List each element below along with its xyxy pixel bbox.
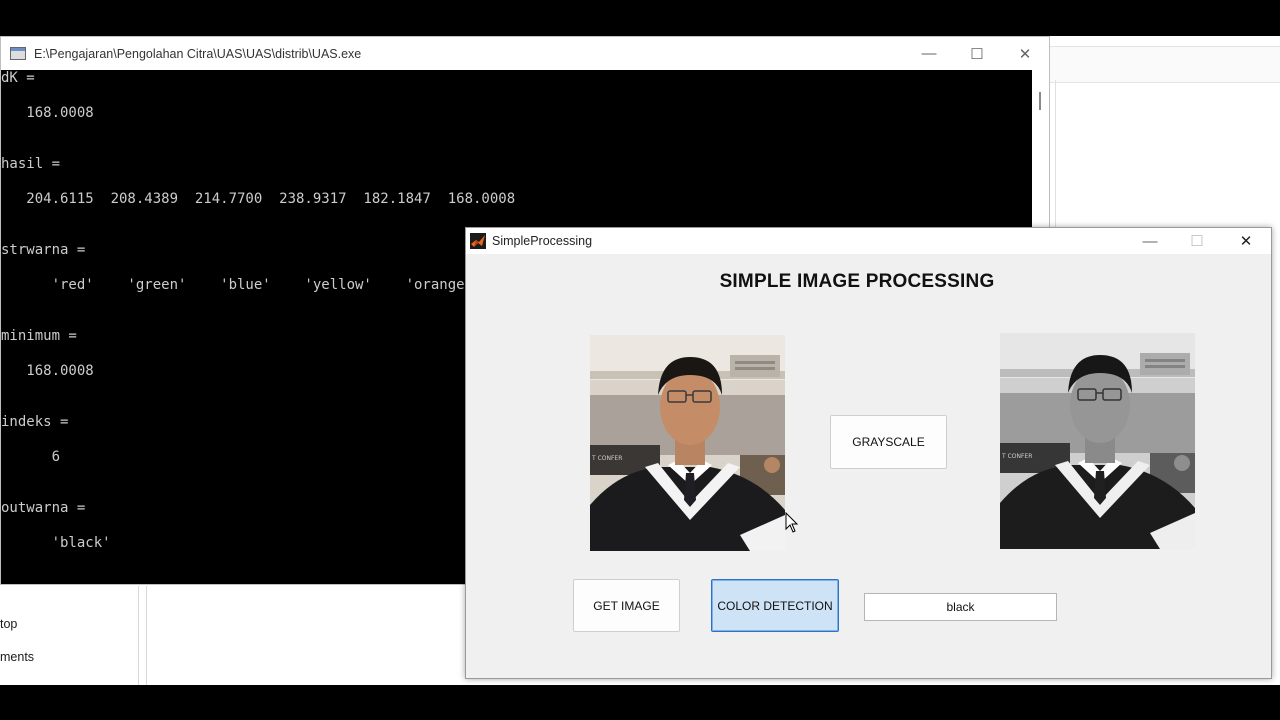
page-title: SIMPLE IMAGE PROCESSING: [719, 271, 995, 292]
grayscale-image: T CONFER: [1000, 333, 1195, 549]
close-button[interactable]: ✕: [1001, 37, 1049, 70]
photo-banner-text: T CONFER: [591, 455, 622, 462]
photo-banner-text: T CONFER: [1001, 453, 1032, 460]
console-title: E:\Pengajaran\Pengolahan Citra\UAS\UAS\d…: [34, 46, 362, 61]
maximize-button[interactable]: ☐: [953, 37, 1001, 70]
explorer-divider: [1055, 80, 1056, 230]
color-detection-button[interactable]: COLOR DETECTION: [711, 579, 839, 632]
console-line: 'black': [1, 535, 111, 551]
console-line: 168.0008: [1, 363, 94, 379]
gui-titlebar[interactable]: SimpleProcessing — ☐ ✕: [466, 228, 1271, 254]
console-line: 204.6115 208.4389 214.7700 238.9317 182.…: [1, 191, 516, 207]
color-result-field[interactable]: black: [864, 593, 1057, 621]
console-titlebar[interactable]: E:\Pengajaran\Pengolahan Citra\UAS\UAS\d…: [1, 37, 1049, 70]
explorer-toolbar: [1050, 46, 1280, 83]
console-app-icon: [10, 47, 26, 60]
console-line: 168.0008: [1, 105, 94, 121]
console-line: hasil =: [1, 156, 61, 172]
console-line: 6: [1, 449, 61, 465]
matlab-icon: [470, 233, 486, 249]
gui-maximize-button: ☐: [1190, 233, 1204, 250]
simpleprocessing-window: SimpleProcessing — ☐ ✕ SIMPLE IMAGE PROC…: [465, 227, 1272, 679]
nav-item-desktop[interactable]: top: [0, 617, 17, 631]
console-line: minimum =: [1, 328, 77, 344]
console-line: 'red' 'green' 'blue' 'yellow' 'orange': [1, 277, 474, 293]
console-line: indeks =: [1, 414, 69, 430]
gui-minimize-button[interactable]: —: [1126, 228, 1174, 254]
console-line: dK =: [1, 70, 35, 86]
scrollbar-thumb[interactable]: [1039, 92, 1041, 110]
explorer-content-divider: [146, 586, 147, 685]
nav-item-documents[interactable]: ments: [0, 650, 34, 664]
gui-close-button[interactable]: ✕: [1222, 228, 1270, 254]
original-image: T CONFER: [590, 335, 785, 551]
get-image-button[interactable]: GET IMAGE: [573, 579, 680, 632]
mouse-cursor-icon: [785, 512, 799, 533]
console-line: outwarna =: [1, 500, 86, 516]
minimize-button[interactable]: —: [905, 37, 953, 70]
gui-title: SimpleProcessing: [492, 234, 593, 248]
console-line: strwarna =: [1, 242, 86, 258]
explorer-nav-pane: top ments nloads: [0, 586, 139, 698]
letterbox-bottom: [0, 685, 1280, 720]
grayscale-button[interactable]: GRAYSCALE: [830, 415, 947, 469]
